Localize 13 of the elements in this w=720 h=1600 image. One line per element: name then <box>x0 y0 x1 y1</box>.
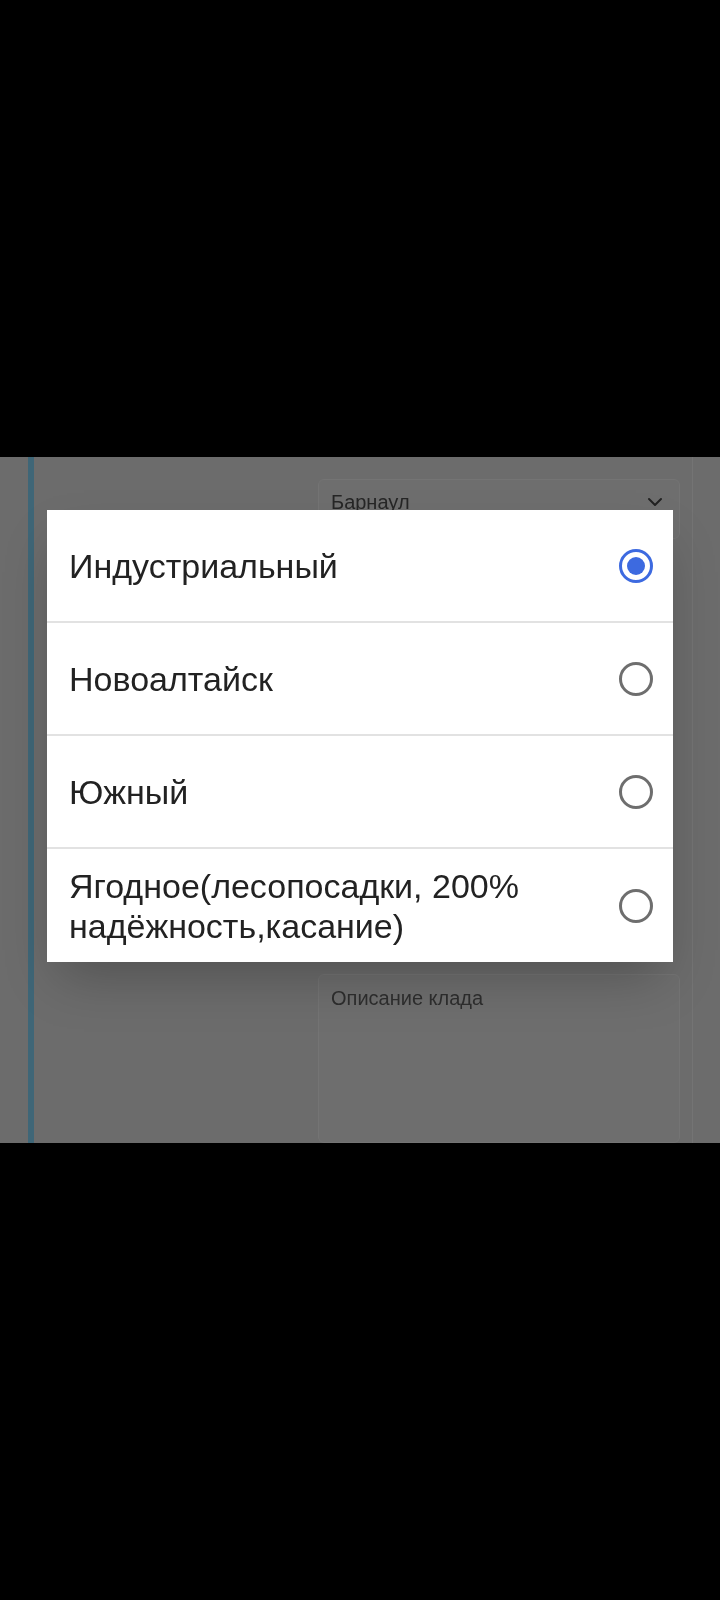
radio-button[interactable] <box>619 888 653 923</box>
radio-button[interactable] <box>619 548 653 583</box>
option-label: Новоалтайск <box>69 658 273 699</box>
description-field[interactable]: Описание клада <box>318 973 680 1143</box>
option-row[interactable]: Индустриальный <box>47 510 673 623</box>
option-label: Южный <box>69 771 189 812</box>
option-row[interactable]: Новоалтайск <box>47 623 673 736</box>
radio-button[interactable] <box>619 661 653 696</box>
option-row[interactable]: Ягодное(лесопосадки, 200% надёжность,касание) <box>47 849 673 962</box>
option-row[interactable]: Южный <box>47 736 673 849</box>
radio-button[interactable] <box>619 774 653 809</box>
option-label: Индустриальный <box>69 545 338 586</box>
option-label: Ягодное(лесопосадки, 200% надёжность,касание) <box>69 865 520 946</box>
